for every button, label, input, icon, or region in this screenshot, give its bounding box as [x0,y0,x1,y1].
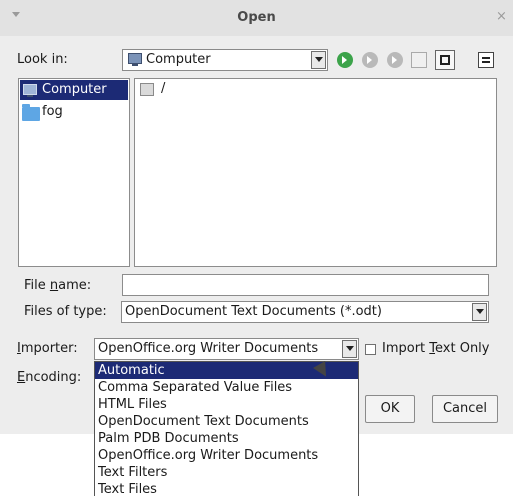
dropdown-option-writer[interactable]: OpenOffice.org Writer Documents [95,447,358,464]
sidebar-item-label: fog [42,104,63,119]
close-icon[interactable]: × [496,9,507,24]
importer-combo[interactable]: OpenOffice.org Writer Documents [94,338,359,360]
dropdown-option-text-filters[interactable]: Text Filters [95,464,358,481]
sidebar: Computer fog [18,78,130,267]
importer-dropdown-list[interactable]: Automatic Comma Separated Value Files HT… [94,361,359,498]
forward-icon[interactable] [362,52,378,68]
chevron-down-icon[interactable] [342,340,357,358]
file-name-input[interactable] [122,274,489,296]
import-text-only-label: Import Text Only [382,341,490,356]
dropdown-option-palm-pdb[interactable]: Palm PDB Documents [95,430,358,447]
dropdown-option-csv[interactable]: Comma Separated Value Files [95,379,358,396]
list-item-label: / [161,81,166,96]
dropdown-option-html[interactable]: HTML Files [95,396,358,413]
files-of-type-value: OpenDocument Text Documents (*.odt) [125,304,382,319]
importer-value: OpenOffice.org Writer Documents [98,341,319,356]
sidebar-item-computer[interactable]: Computer [20,80,128,100]
up-icon[interactable] [387,52,403,68]
look-in-value: Computer [146,52,211,67]
files-of-type-combo[interactable]: OpenDocument Text Documents (*.odt) [121,301,489,323]
back-icon[interactable] [337,52,353,68]
title-bar: Open × [0,0,513,36]
drive-icon [140,83,154,96]
encoding-label: Encoding: [17,370,82,385]
chevron-down-icon[interactable] [311,51,326,69]
importer-label: Importer: [17,341,78,356]
sidebar-item-fog[interactable]: fog [20,102,128,122]
dropdown-option-odt[interactable]: OpenDocument Text Documents [95,413,358,430]
look-in-combo[interactable]: Computer [122,49,328,71]
import-text-only-checkbox[interactable] [365,344,376,355]
chevron-down-icon[interactable] [472,303,487,321]
list-view-icon[interactable] [435,50,455,70]
list-item[interactable]: / [138,81,198,99]
folder-icon [22,104,40,121]
sidebar-item-label: Computer [42,82,107,97]
ok-button[interactable]: OK [365,395,415,423]
look-in-label: Look in: [17,52,68,67]
detail-view-icon[interactable] [478,52,494,68]
file-name-label: File name: [24,278,92,293]
new-folder-icon[interactable] [411,52,427,68]
window-title: Open [237,10,276,25]
file-list[interactable]: / [134,78,497,267]
computer-icon [128,53,142,66]
computer-icon [23,84,37,97]
cancel-button[interactable]: Cancel [432,395,498,423]
dropdown-option-text-files[interactable]: Text Files [95,481,358,498]
files-of-type-label: Files of type: [24,304,107,319]
